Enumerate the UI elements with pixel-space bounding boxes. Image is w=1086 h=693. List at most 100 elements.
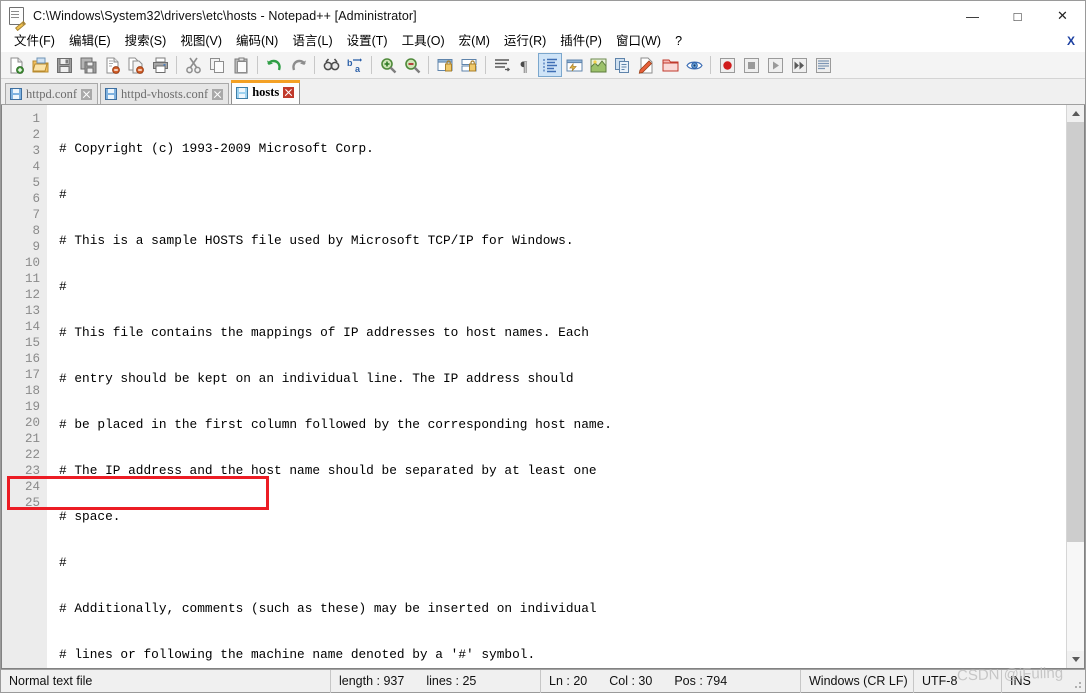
find-icon[interactable]: [319, 53, 343, 77]
word-wrap-icon[interactable]: [490, 53, 514, 77]
code-line: #: [59, 279, 67, 294]
code-line: #: [59, 187, 67, 202]
replace-icon[interactable]: b a: [343, 53, 367, 77]
line-number: 23: [24, 464, 40, 478]
undo-icon[interactable]: [262, 53, 286, 77]
sync-vertical-scroll-icon[interactable]: [433, 53, 457, 77]
macro-play-icon[interactable]: [763, 53, 787, 77]
sync-horizontal-scroll-icon[interactable]: [457, 53, 481, 77]
open-file-icon[interactable]: [28, 53, 52, 77]
tab-httpd-conf[interactable]: httpd.conf: [5, 83, 99, 104]
line-number: 21: [24, 432, 40, 446]
tab-label: httpd.conf: [26, 86, 78, 101]
macro-record-icon[interactable]: [715, 53, 739, 77]
svg-text:b: b: [347, 58, 353, 68]
scroll-down-button[interactable]: [1067, 651, 1084, 668]
code-content[interactable]: # Copyright (c) 1993-2009 Microsoft Corp…: [54, 105, 1066, 668]
line-number: 12: [24, 288, 40, 302]
document-switcher-icon[interactable]: [634, 53, 658, 77]
tab-hosts[interactable]: hosts: [231, 80, 301, 104]
close-tab-icon[interactable]: [212, 88, 224, 100]
editor-area: 1 2 3 4 5 6 7 8 9 10 11 12 13 14 15 16 1…: [1, 105, 1085, 669]
line-number: 5: [32, 176, 40, 190]
menu-encoding[interactable]: 编码(N): [229, 32, 285, 52]
cut-icon[interactable]: [181, 53, 205, 77]
menu-view[interactable]: 视图(V): [173, 32, 229, 52]
line-number: 4: [32, 160, 40, 174]
close-all-files-icon[interactable]: [124, 53, 148, 77]
menu-macro[interactable]: 宏(M): [452, 32, 497, 52]
status-col: Col : 30: [609, 674, 653, 688]
tab-bar: httpd.conf httpd-vhosts.conf hosts: [1, 79, 1085, 105]
separator-5: [428, 56, 429, 74]
save-icon[interactable]: [52, 53, 76, 77]
file-save-icon: [10, 88, 22, 100]
monitoring-icon[interactable]: [682, 53, 706, 77]
menu-file[interactable]: 文件(F): [7, 32, 62, 52]
separator-3: [314, 56, 315, 74]
indent-guide-icon[interactable]: [538, 53, 562, 77]
menu-settings[interactable]: 设置(T): [340, 32, 395, 52]
print-icon[interactable]: [148, 53, 172, 77]
paste-icon[interactable]: [229, 53, 253, 77]
window-controls: — □ ✕: [950, 1, 1085, 31]
code-line: # entry should be kept on an individual …: [59, 371, 574, 386]
line-number: 11: [24, 272, 40, 286]
menu-window[interactable]: 窗口(W): [609, 32, 668, 52]
line-number-gutter: 1 2 3 4 5 6 7 8 9 10 11 12 13 14 15 16 1…: [2, 105, 48, 668]
scroll-track[interactable]: [1067, 122, 1084, 651]
menu-search[interactable]: 搜索(S): [118, 32, 174, 52]
menu-edit[interactable]: 编辑(E): [62, 32, 118, 52]
fold-margin[interactable]: [48, 105, 54, 668]
close-file-icon[interactable]: [100, 53, 124, 77]
tab-httpd-vhosts-conf[interactable]: httpd-vhosts.conf: [100, 83, 230, 104]
line-number: 13: [24, 304, 40, 318]
status-lines: lines : 25: [426, 674, 477, 688]
minimize-button[interactable]: —: [950, 1, 995, 31]
menu-language[interactable]: 语言(L): [285, 32, 339, 52]
line-number: 9: [32, 240, 40, 254]
menu-plugins[interactable]: 插件(P): [553, 32, 609, 52]
scroll-up-button[interactable]: [1067, 105, 1084, 122]
save-all-icon[interactable]: [76, 53, 100, 77]
zoom-in-icon[interactable]: [376, 53, 400, 77]
notepadpp-window: C:\Windows\System32\drivers\etc\hosts - …: [0, 0, 1086, 693]
line-number: 20: [24, 416, 40, 430]
close-document-button[interactable]: X: [1067, 34, 1075, 48]
zoom-out-icon[interactable]: [400, 53, 424, 77]
menu-tools[interactable]: 工具(O): [395, 32, 452, 52]
copy-icon[interactable]: [205, 53, 229, 77]
svg-text:¶: ¶: [520, 59, 527, 74]
user-defined-dialog-icon[interactable]: [562, 53, 586, 77]
close-window-button[interactable]: ✕: [1040, 1, 1085, 31]
menu-help[interactable]: ?: [668, 32, 689, 52]
macro-run-multiple-icon[interactable]: [787, 53, 811, 77]
code-line: # The IP address and the host name shoul…: [59, 463, 597, 478]
code-line: # be placed in the first column followed…: [59, 417, 612, 432]
scroll-thumb[interactable]: [1067, 122, 1084, 542]
text-editor[interactable]: 1 2 3 4 5 6 7 8 9 10 11 12 13 14 15 16 1…: [2, 105, 1066, 668]
close-tab-icon[interactable]: [81, 88, 93, 100]
resize-grip[interactable]: [1071, 678, 1083, 690]
line-number: 10: [24, 256, 40, 270]
separator-6: [485, 56, 486, 74]
status-bar: Normal text file length : 937 lines : 25…: [1, 665, 1085, 693]
watermark: CSDN @iFuling: [956, 664, 1064, 685]
separator-2: [257, 56, 258, 74]
function-list-icon[interactable]: [610, 53, 634, 77]
redo-icon[interactable]: [286, 53, 310, 77]
vertical-scrollbar[interactable]: [1066, 105, 1084, 668]
macro-save-icon[interactable]: [811, 53, 835, 77]
show-all-characters-icon[interactable]: ¶: [514, 53, 538, 77]
close-tab-icon[interactable]: [283, 87, 295, 98]
status-length: length : 937: [339, 674, 405, 688]
menu-run[interactable]: 运行(R): [497, 32, 553, 52]
line-number: 16: [24, 352, 40, 366]
menu-bar: 文件(F) 编辑(E) 搜索(S) 视图(V) 编码(N) 语言(L) 设置(T…: [1, 31, 1085, 52]
document-map-icon[interactable]: [586, 53, 610, 77]
separator-7: [710, 56, 711, 74]
new-file-icon[interactable]: [4, 53, 28, 77]
maximize-button[interactable]: □: [995, 1, 1040, 31]
folder-as-workspace-icon[interactable]: [658, 53, 682, 77]
macro-stop-icon[interactable]: [739, 53, 763, 77]
